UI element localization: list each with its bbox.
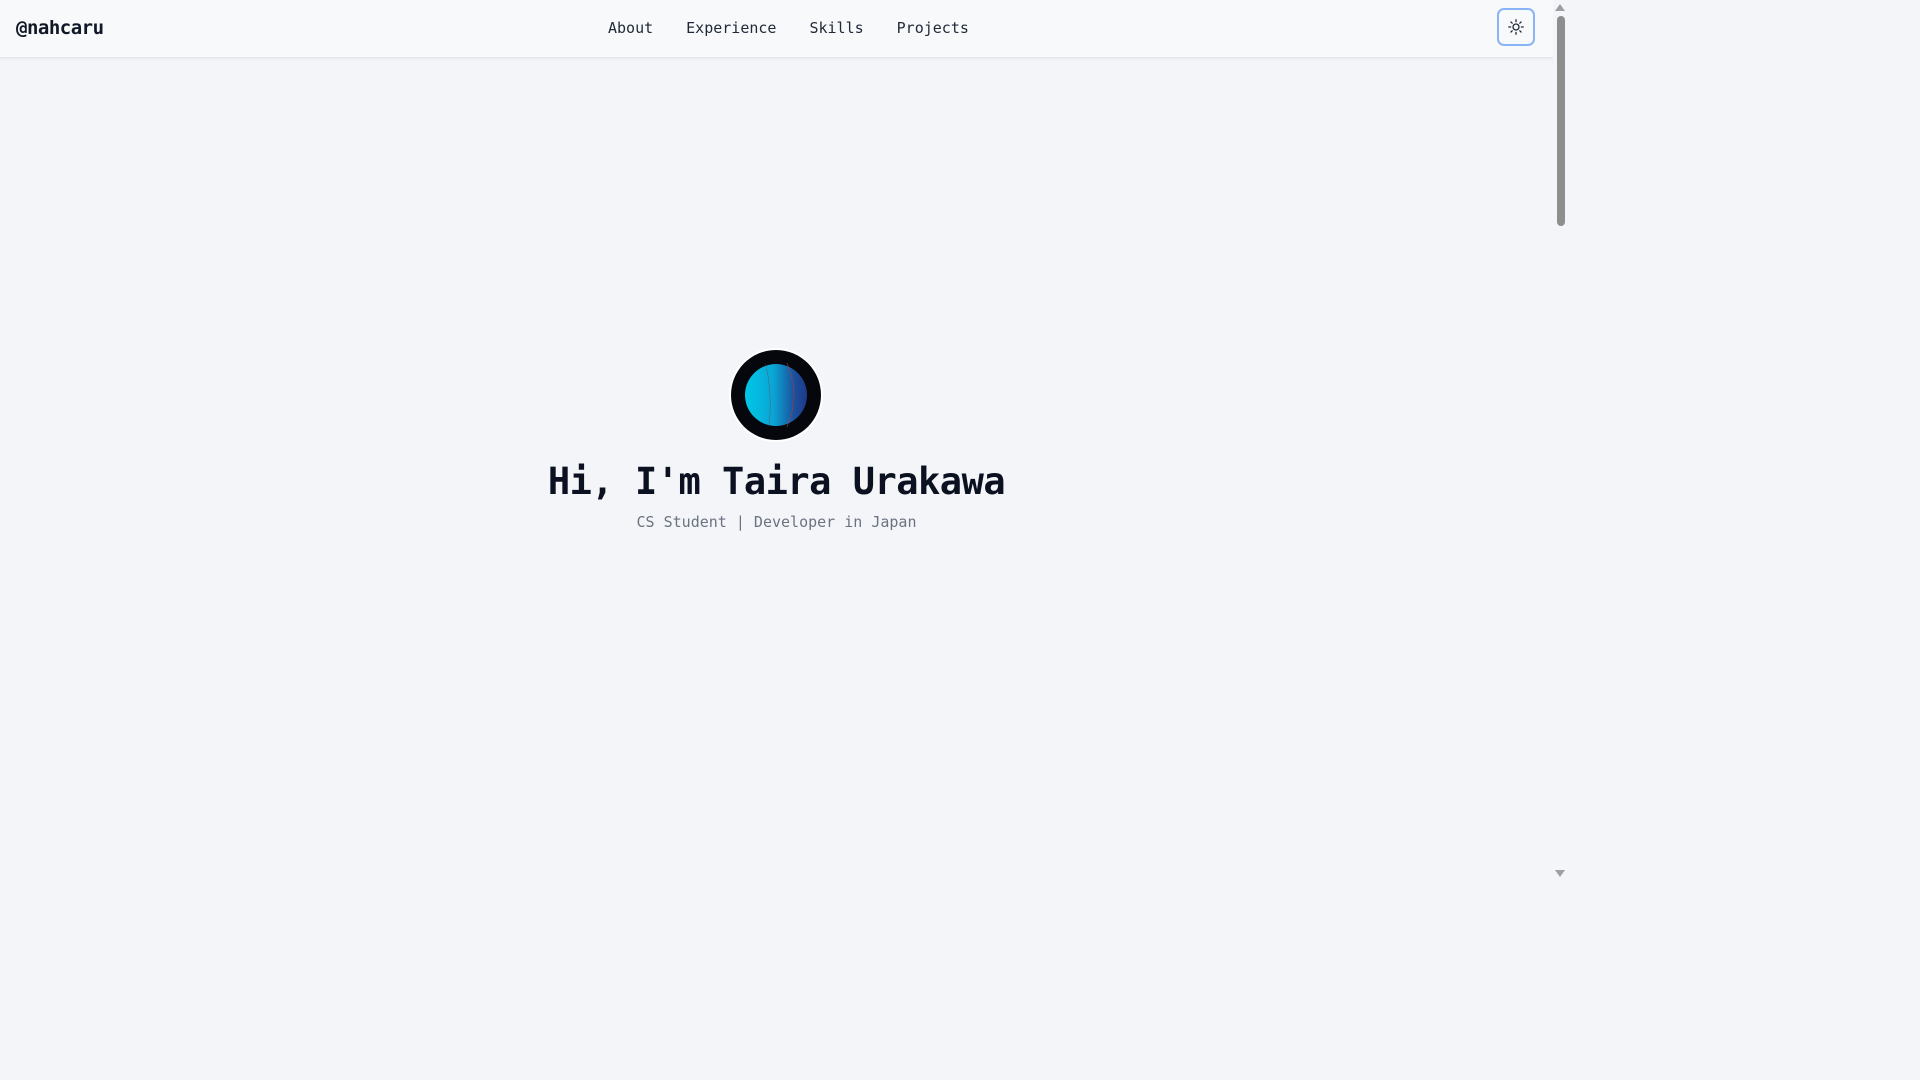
hero-section: Hi, I'm Taira Urakawa CS Student | Devel… <box>0 0 1553 882</box>
hero-title: Hi, I'm Taira Urakawa <box>547 460 1006 503</box>
scroll-up-icon[interactable] <box>1555 4 1565 11</box>
hero-subtitle: CS Student | Developer in Japan <box>636 513 917 531</box>
planet-avatar-icon <box>745 363 807 427</box>
avatar-frame <box>731 350 821 440</box>
page: @nahcaru About Experience Skills Project… <box>0 0 1568 882</box>
scroll-thumb[interactable] <box>1557 16 1565 226</box>
avatar <box>729 348 823 442</box>
scroll-down-icon[interactable] <box>1555 870 1565 877</box>
page-scrollbar[interactable] <box>1553 0 1568 882</box>
